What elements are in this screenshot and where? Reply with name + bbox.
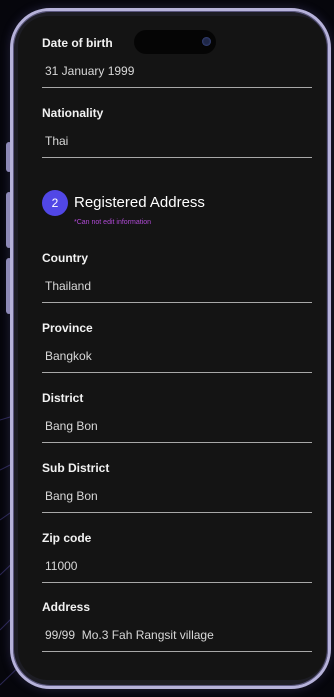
province-underline <box>42 372 312 373</box>
sub-district-label: Sub District <box>42 461 110 475</box>
section-title: Registered Address <box>74 194 205 211</box>
district-underline <box>42 442 312 443</box>
date-of-birth-value: 31 January 1999 <box>45 64 135 78</box>
sub-district-field[interactable]: Sub District Bang Bon <box>42 461 312 513</box>
sub-district-value: Bang Bon <box>45 489 98 503</box>
nationality-value: Thai <box>45 134 69 148</box>
address-label: Address <box>42 600 91 614</box>
nationality-underline <box>42 157 312 158</box>
date-of-birth-label: Date of birth <box>42 36 113 50</box>
district-label: District <box>42 391 84 405</box>
date-of-birth-field[interactable]: Date of birth 31 January 1999 <box>42 36 312 88</box>
district-field[interactable]: District Bang Bon <box>42 391 312 443</box>
zip-code-label: Zip code <box>42 531 92 545</box>
zip-code-value: 11000 <box>45 559 78 573</box>
sub-district-underline <box>42 512 312 513</box>
province-field[interactable]: Province Bangkok <box>42 321 312 373</box>
address-value: 99/99 Mo.3 Fah Rangsit village <box>45 628 214 642</box>
edit-restriction-note: *Can not edit information <box>74 219 152 226</box>
zip-code-underline <box>42 582 312 583</box>
country-value: Thailand <box>45 279 92 293</box>
province-label: Province <box>42 321 93 335</box>
country-label: Country <box>42 251 88 265</box>
nationality-label: Nationality <box>42 106 104 120</box>
address-underline <box>42 651 312 652</box>
zip-code-field[interactable]: Zip code 11000 <box>42 531 312 583</box>
district-value: Bang Bon <box>45 419 98 433</box>
nationality-field[interactable]: Nationality Thai <box>42 106 312 158</box>
country-underline <box>42 302 312 303</box>
province-value: Bangkok <box>45 349 92 363</box>
address-field[interactable]: Address 99/99 Mo.3 Fah Rangsit village <box>42 600 312 652</box>
date-of-birth-underline <box>42 87 312 88</box>
country-field[interactable]: Country Thailand <box>42 251 312 303</box>
step-badge: 2 <box>42 190 68 216</box>
